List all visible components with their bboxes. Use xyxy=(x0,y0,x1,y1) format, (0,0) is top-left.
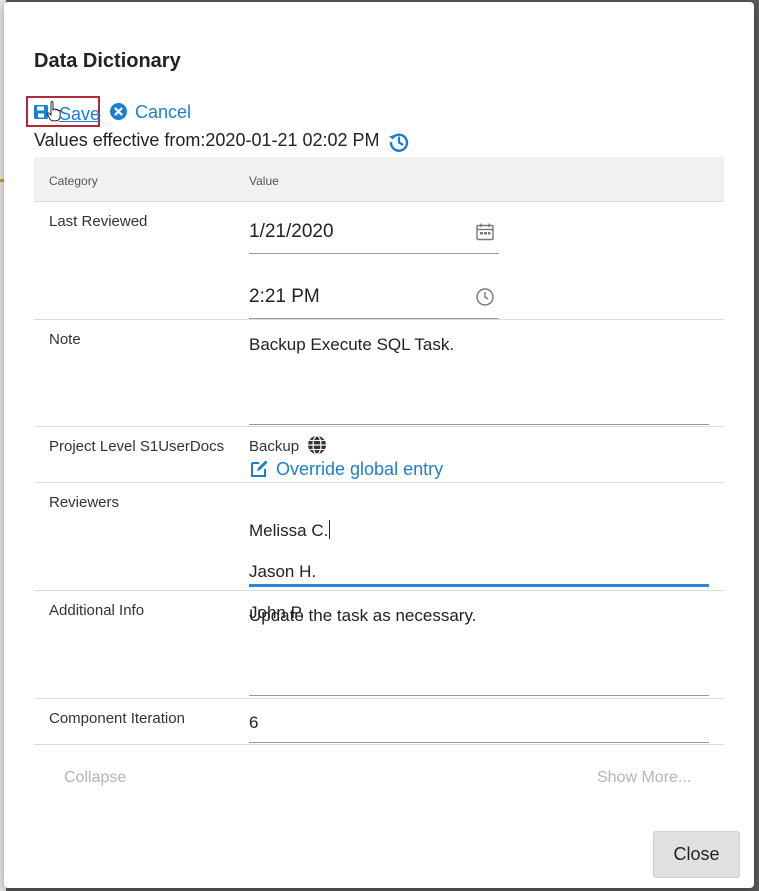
category-reviewers: Reviewers xyxy=(49,494,120,511)
hand-pointer-icon xyxy=(47,101,61,122)
row-last-reviewed: Last Reviewed 1/21/2020 2:21 PM xyxy=(34,202,724,320)
text-caret xyxy=(329,519,331,539)
header-value: Value xyxy=(249,174,279,188)
override-global-entry-link[interactable]: Override global entry xyxy=(249,459,449,481)
component-iteration-value: 6 xyxy=(249,713,259,732)
category-project-level: Project Level S1UserDocs xyxy=(49,438,225,455)
date-value: 1/21/2020 xyxy=(249,221,334,242)
row-additional-info: Additional Info Update the task as neces… xyxy=(34,591,724,699)
time-value: 2:21 PM xyxy=(249,286,320,307)
collapse-link[interactable]: Collapse xyxy=(64,769,126,787)
focused-underline xyxy=(249,584,709,587)
row-note: Note Backup Execute SQL Task. xyxy=(34,320,724,427)
time-input[interactable]: 2:21 PM xyxy=(249,279,499,319)
reviewer-line: Melissa C. xyxy=(249,519,331,540)
override-global-entry-label: Override global entry xyxy=(276,459,444,479)
category-last-reviewed: Last Reviewed xyxy=(49,213,148,230)
reviewer-line: Jason H. xyxy=(249,561,317,581)
save-label: Save xyxy=(59,104,101,124)
table-header: Category Value xyxy=(34,157,724,202)
category-component-iteration: Component Iteration xyxy=(49,710,185,727)
calendar-icon[interactable] xyxy=(475,222,495,242)
date-input[interactable]: 1/21/2020 xyxy=(249,214,499,254)
floppy-disk-icon xyxy=(34,105,48,119)
category-note: Note xyxy=(49,331,81,348)
effective-from-text: Values effective from:2020-01-21 02:02 P… xyxy=(34,130,380,150)
row-project-level: Project Level S1UserDocs Backup Override… xyxy=(34,427,724,483)
row-reviewers: Reviewers Melissa C. Jason H. John P. xyxy=(34,483,724,622)
category-additional-info: Additional Info xyxy=(49,602,145,619)
x-circle-icon xyxy=(110,103,127,120)
note-value: Backup Execute SQL Task. xyxy=(249,335,455,354)
edit-icon xyxy=(251,460,268,477)
cancel-label: Cancel xyxy=(135,102,192,122)
project-level-value: Backup xyxy=(249,438,300,455)
show-more-link[interactable]: Show More... xyxy=(597,769,691,787)
data-dictionary-table: Category Value Last Reviewed 1/21/2020 2… xyxy=(34,157,724,745)
data-dictionary-dialog: Data Dictionary Save Cancel Values effec… xyxy=(4,2,754,888)
additional-info-value: Update the task as necessary. xyxy=(249,606,477,625)
reviewers-textarea[interactable]: Melissa C. Jason H. John P. xyxy=(249,491,709,622)
dialog-title: Data Dictionary xyxy=(34,50,181,72)
clock-icon[interactable] xyxy=(475,287,495,307)
row-component-iteration: Component Iteration 6 xyxy=(34,699,724,745)
save-button[interactable]: Save xyxy=(26,96,100,127)
close-button[interactable]: Close xyxy=(653,831,740,878)
component-iteration-input[interactable]: 6 xyxy=(249,703,709,743)
header-category: Category xyxy=(49,174,98,188)
note-textarea[interactable]: Backup Execute SQL Task. xyxy=(249,328,709,425)
history-icon[interactable] xyxy=(388,131,410,153)
globe-icon xyxy=(308,435,326,455)
additional-info-textarea[interactable]: Update the task as necessary. xyxy=(249,599,709,696)
